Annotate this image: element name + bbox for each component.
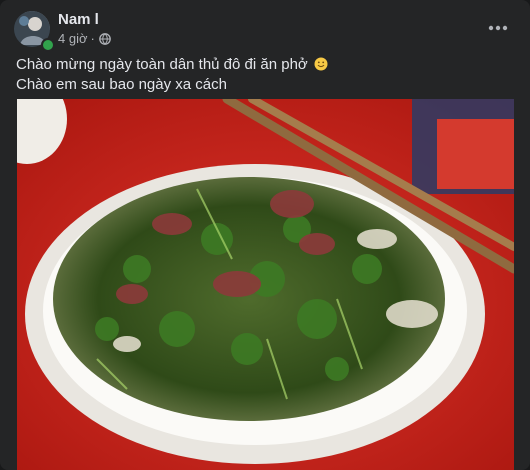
globe-icon[interactable] bbox=[98, 32, 111, 45]
post-text-line-1: Chào mừng ngày toàn dân thủ đô đi ăn phở bbox=[16, 55, 514, 75]
post-timestamp[interactable]: 4 giờ bbox=[58, 31, 88, 46]
meta-separator: · bbox=[90, 31, 95, 46]
author-name[interactable]: Nam l bbox=[58, 11, 99, 28]
bowl-of-pho-photo bbox=[17, 99, 514, 470]
post-photo[interactable] bbox=[17, 99, 514, 470]
post-text-line-1-content: Chào mừng ngày toàn dân thủ đô đi ăn phở bbox=[16, 56, 308, 73]
post-text-line-2: Chào em sau bao ngày xa cách bbox=[16, 76, 227, 93]
post-header: Nam l 4 giờ · bbox=[0, 0, 530, 52]
slightly-smiling-face-emoji bbox=[314, 57, 328, 71]
online-status-dot bbox=[41, 38, 55, 52]
post-meta: 4 giờ · bbox=[58, 31, 111, 46]
facebook-post-card: Nam l 4 giờ · Chào mừng ngày toàn dân th… bbox=[0, 0, 530, 470]
more-options-button[interactable] bbox=[480, 10, 516, 46]
more-options-icon bbox=[488, 25, 508, 31]
post-text: Chào mừng ngày toàn dân thủ đô đi ăn phở… bbox=[16, 55, 514, 95]
